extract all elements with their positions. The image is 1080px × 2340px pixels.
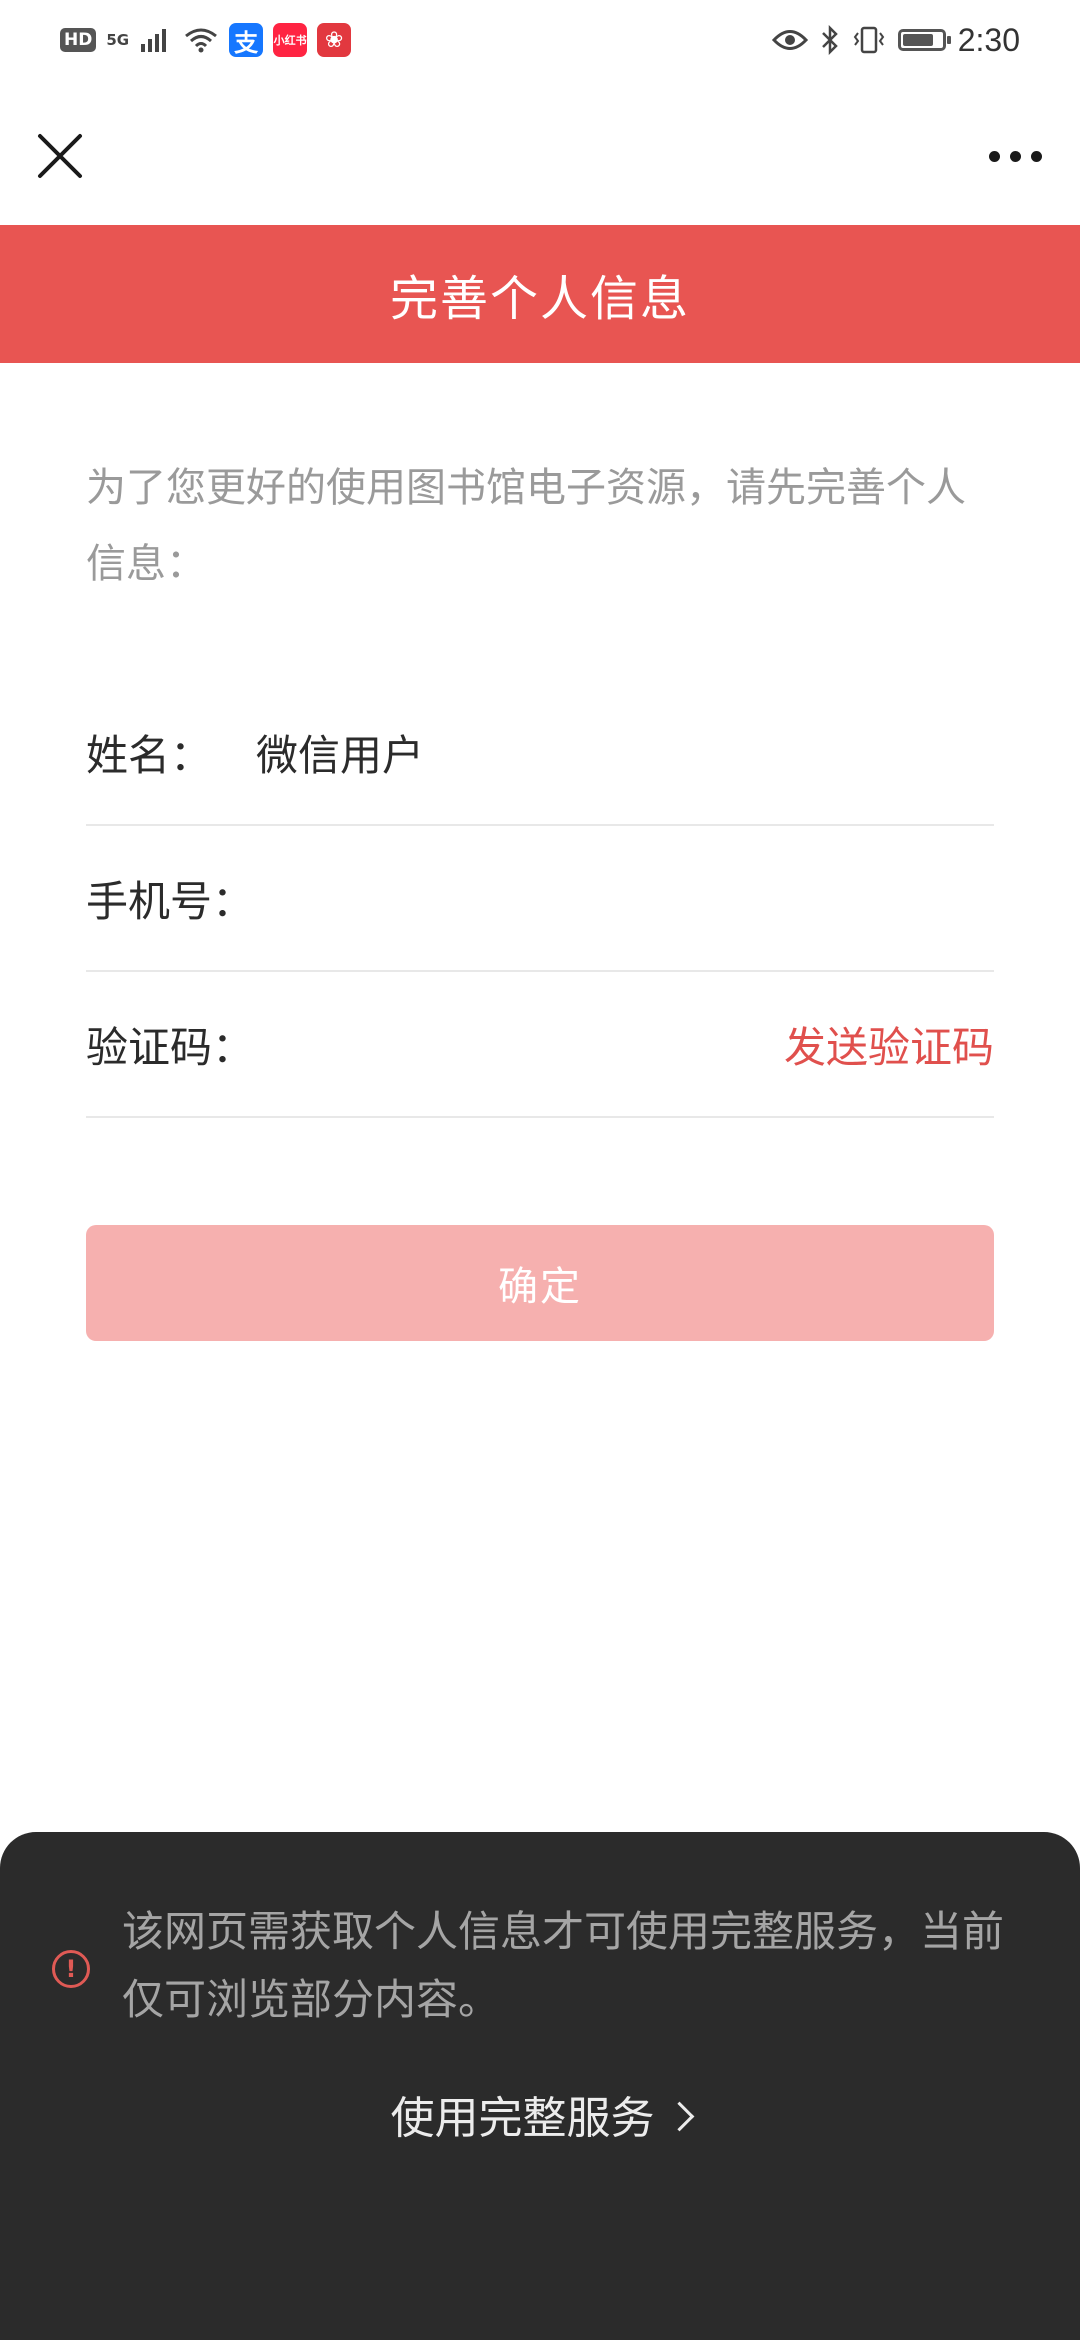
use-full-service-button[interactable]: 使用完整服务 <box>0 2082 1080 2146</box>
page-header: 完善个人信息 <box>0 225 1080 363</box>
use-full-service-label: 使用完整服务 <box>390 2093 655 2144</box>
more-dot-icon <box>1009 150 1021 162</box>
alipay-icon: 支 <box>229 23 264 57</box>
send-code-button[interactable]: 发送验证码 <box>784 1014 994 1075</box>
code-label: 验证码： <box>86 1022 255 1072</box>
name-row: 姓名： <box>86 680 994 826</box>
signal-icon <box>141 29 167 52</box>
intro-text: 为了您更好的使用图书馆电子资源，请先完善个人信息： <box>86 465 966 587</box>
bluetooth-icon <box>821 25 838 55</box>
status-left: HD 5G 支 小红书 ❀ <box>60 22 352 58</box>
eye-icon <box>771 30 808 50</box>
phone-input[interactable] <box>256 873 994 923</box>
xiaohongshu-icon: 小红书 <box>273 23 308 57</box>
close-icon <box>38 134 82 178</box>
status-right: 2:30 <box>771 20 1020 60</box>
more-dot-icon <box>988 150 1000 162</box>
phone-row: 手机号： <box>86 826 994 972</box>
code-row: 验证码： 发送验证码 <box>86 972 994 1118</box>
confirm-button[interactable]: 确定 <box>86 1225 994 1341</box>
status-bar: HD 5G 支 小红书 ❀ 2:30 <box>0 0 1080 80</box>
name-input[interactable] <box>256 727 994 777</box>
sheet-message: 该网页需获取个人信息才可使用完整服务，当前仅可浏览部分内容。 <box>122 1907 1005 2024</box>
hd-indicator: HD <box>60 28 97 52</box>
page-title: 完善个人信息 <box>389 271 690 327</box>
network-type: 5G <box>106 31 130 49</box>
wifi-icon <box>185 28 218 53</box>
name-label: 姓名： <box>86 730 213 780</box>
chevron-right-icon <box>664 2101 694 2132</box>
battery-fill <box>902 34 933 46</box>
phone-label: 手机号： <box>86 876 255 926</box>
battery-icon <box>897 29 951 51</box>
permission-sheet: ! 该网页需获取个人信息才可使用完整服务，当前仅可浏览部分内容。 使用完整服务 <box>0 1832 1080 2340</box>
more-button[interactable] <box>970 120 1060 192</box>
vibrate-icon <box>853 26 884 54</box>
close-button[interactable] <box>24 120 96 192</box>
nav-bar <box>0 80 1080 225</box>
warning-icon: ! <box>52 1950 90 1988</box>
app-red-icon: ❀ <box>317 23 352 57</box>
profile-form: 姓名： 手机号： 验证码： 发送验证码 <box>86 680 994 1118</box>
more-dot-icon <box>1030 150 1042 162</box>
status-time: 2:30 <box>957 21 1020 58</box>
